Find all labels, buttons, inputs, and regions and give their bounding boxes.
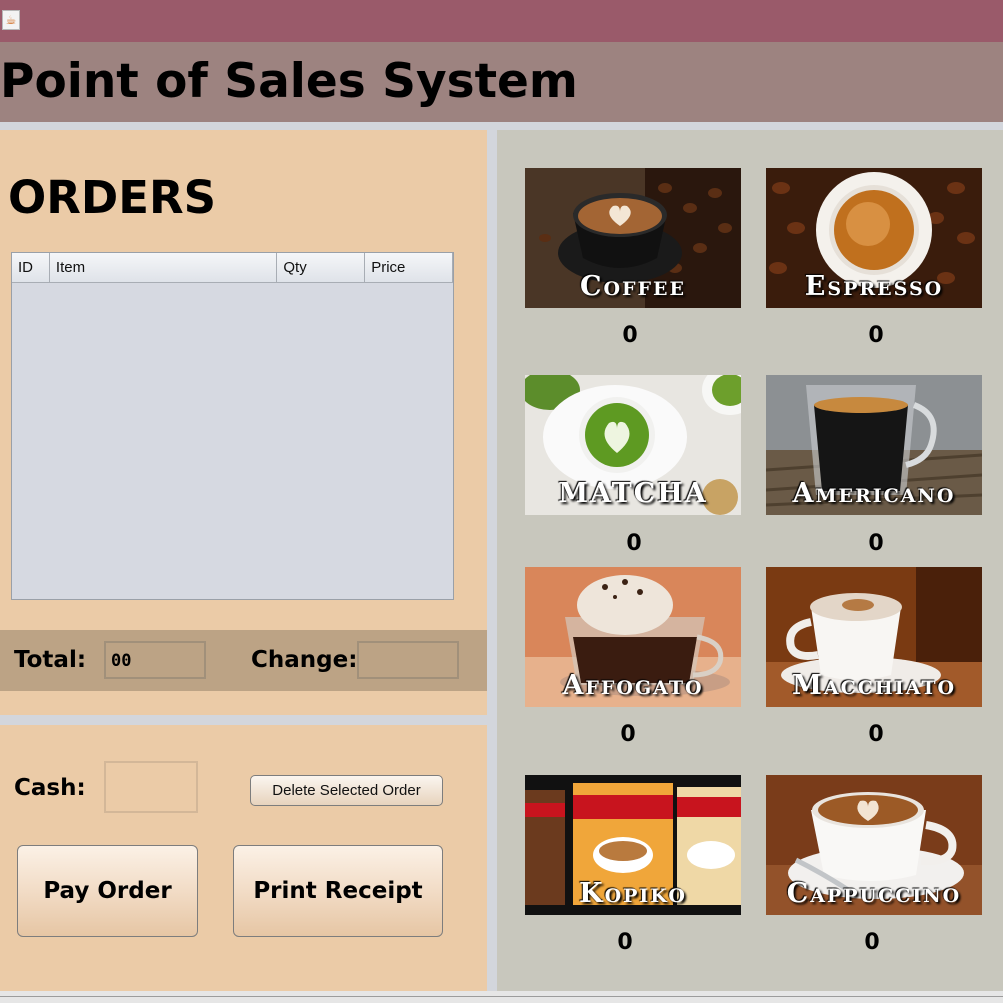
menu-item-count: 0 (868, 722, 884, 747)
menu-item-label: MATCHA (558, 478, 708, 509)
java-cup-icon: ☕ (2, 10, 20, 30)
print-receipt-button[interactable]: Print Receipt (233, 845, 443, 937)
menu-item-count: 0 (868, 531, 884, 556)
menu-item-label: Affogato (562, 670, 704, 701)
change-label: Change: (251, 647, 358, 673)
menu-item-count: 0 (626, 531, 642, 556)
menu-item-count: 0 (620, 722, 636, 747)
menu-item-label: Americano (792, 478, 956, 509)
pay-order-button[interactable]: Pay Order (17, 845, 198, 937)
menu-item-count: 0 (622, 323, 638, 348)
table-header: ID Item Qty Price (12, 253, 453, 283)
menu-item-label: Kopiko (579, 878, 687, 909)
column-header-id[interactable]: ID (12, 253, 50, 282)
change-field[interactable] (357, 641, 459, 679)
footer-strip (0, 991, 1003, 1003)
window-title-bar[interactable] (0, 0, 1003, 42)
menu-item-label: Coffee (580, 271, 686, 302)
menu-item-coffee[interactable]: Coffee (525, 168, 741, 308)
column-header-price[interactable]: Price (365, 253, 453, 282)
menu-item-count: 0 (864, 930, 880, 955)
menu-item-label: Macchiato (791, 670, 957, 701)
menu-item-matcha[interactable]: MATCHA (525, 375, 741, 515)
menu-item-americano[interactable]: Americano (766, 375, 982, 515)
cash-label: Cash: (14, 775, 86, 801)
menu-item-count: 0 (868, 323, 884, 348)
menu-item-count: 0 (617, 930, 633, 955)
menu-item-kopiko[interactable]: Kopiko (525, 775, 741, 915)
cash-input[interactable] (104, 761, 198, 813)
column-header-item[interactable]: Item (50, 253, 278, 282)
menu-item-affogato[interactable]: Affogato (525, 567, 741, 707)
menu-item-cappuccino[interactable]: Cappuccino (766, 775, 982, 915)
menu-item-label: Cappuccino (786, 878, 962, 909)
menu-item-macchiato[interactable]: Macchiato (766, 567, 982, 707)
page-title: Point of Sales System (0, 54, 578, 109)
footer-divider (0, 996, 1003, 997)
column-header-qty[interactable]: Qty (277, 253, 366, 282)
menu-item-espresso[interactable]: Espresso (766, 168, 982, 308)
delete-selected-order-button[interactable]: Delete Selected Order (250, 775, 443, 806)
orders-heading: ORDERS (8, 171, 217, 224)
menu-item-label: Espresso (804, 271, 944, 302)
total-label: Total: (14, 647, 87, 673)
orders-table[interactable]: ID Item Qty Price (11, 252, 454, 600)
total-field[interactable]: 00 (104, 641, 206, 679)
